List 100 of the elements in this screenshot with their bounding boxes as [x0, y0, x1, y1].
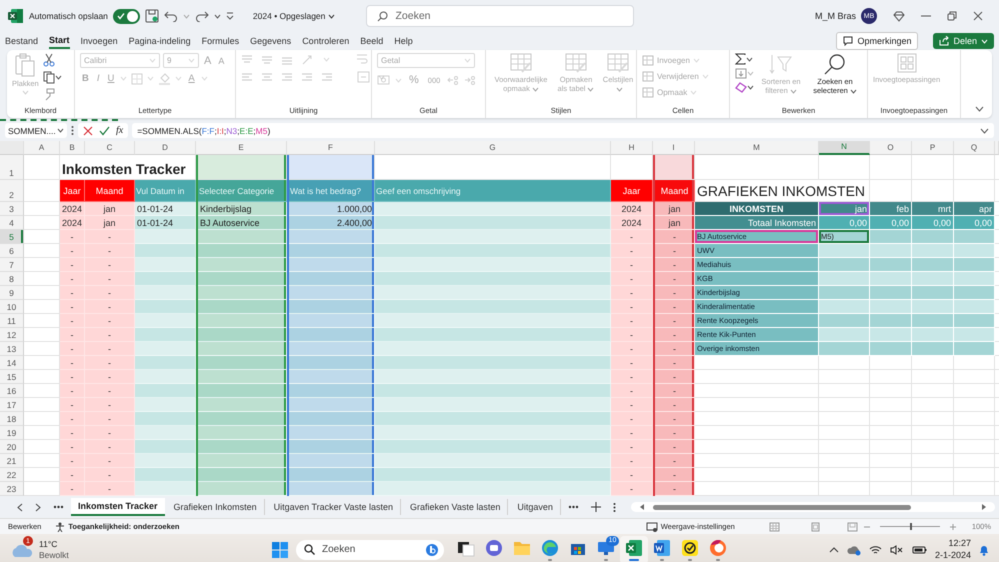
table-cell[interactable]: - — [85, 370, 135, 384]
table-cell[interactable]: - — [655, 398, 695, 412]
table-cell[interactable]: - — [655, 370, 695, 384]
table-cell[interactable]: jan — [85, 202, 135, 216]
table-cell[interactable]: - — [60, 258, 85, 272]
row-header[interactable]: 19 — [0, 426, 24, 440]
table-cell[interactable]: - — [655, 314, 695, 328]
table-cell[interactable]: Jaar — [60, 180, 85, 202]
row-header[interactable]: 1 — [0, 155, 24, 180]
table-cell[interactable]: Kinderbijslag — [198, 202, 287, 216]
table-cell[interactable]: feb — [870, 202, 912, 216]
row-header[interactable]: 23 — [0, 482, 24, 496]
table-cell[interactable]: - — [85, 300, 135, 314]
taskbar-search-field[interactable]: Zoeken — [296, 540, 444, 560]
table-cell[interactable]: - — [655, 244, 695, 258]
row-header[interactable]: 13 — [0, 342, 24, 356]
menu-tab[interactable]: Beeld — [360, 34, 384, 48]
table-cell[interactable]: - — [611, 342, 653, 356]
table-cell[interactable]: - — [655, 230, 695, 244]
table-cell[interactable]: - — [611, 300, 653, 314]
insert-function-button[interactable]: fx — [116, 125, 124, 136]
comments-button[interactable]: Opmerkingen — [836, 32, 918, 50]
table-cell[interactable]: BJ Autoservice — [198, 216, 287, 230]
menu-tab[interactable]: Formules — [202, 34, 240, 48]
table-cell[interactable]: - — [60, 328, 85, 342]
table-cell[interactable]: jan — [85, 216, 135, 230]
table-cell[interactable]: - — [85, 342, 135, 356]
table-cell[interactable]: apr — [954, 202, 995, 216]
table-cell[interactable]: - — [611, 258, 653, 272]
table-cell[interactable]: - — [655, 328, 695, 342]
table-cell[interactable]: - — [85, 230, 135, 244]
sheet-tab[interactable]: Uitgaven Tracker Vaste lasten — [266, 499, 401, 515]
table-cell[interactable]: - — [85, 398, 135, 412]
table-cell[interactable]: - — [60, 272, 85, 286]
table-cell[interactable]: - — [655, 440, 695, 454]
table-cell[interactable]: - — [611, 482, 653, 496]
row-header[interactable]: 20 — [0, 440, 24, 454]
table-cell[interactable]: 01-01-24 — [135, 202, 196, 216]
table-cell[interactable]: jan — [655, 216, 695, 230]
menu-tab[interactable]: Gegevens — [250, 34, 292, 48]
sheet-tab[interactable]: Inkomsten Tracker — [71, 498, 165, 516]
row-header[interactable]: 21 — [0, 454, 24, 468]
table-cell[interactable]: - — [85, 426, 135, 440]
table-cell[interactable]: - — [60, 398, 85, 412]
table-cell[interactable]: - — [85, 440, 135, 454]
table-cell[interactable]: - — [611, 412, 653, 426]
table-cell[interactable]: - — [60, 482, 85, 496]
table-cell[interactable]: - — [655, 412, 695, 426]
table-cell[interactable]: - — [655, 286, 695, 300]
table-cell[interactable]: - — [611, 272, 653, 286]
table-cell[interactable]: - — [60, 356, 85, 370]
table-cell[interactable]: - — [655, 342, 695, 356]
row-header[interactable]: 2 — [0, 180, 24, 202]
search-field[interactable]: Zoeken — [366, 5, 634, 27]
table-cell[interactable]: - — [85, 258, 135, 272]
table-cell[interactable]: - — [60, 314, 85, 328]
row-header[interactable]: 4 — [0, 216, 24, 230]
table-cell[interactable]: - — [60, 412, 85, 426]
table-cell[interactable]: jan — [819, 202, 870, 216]
table-cell[interactable]: - — [85, 286, 135, 300]
row-header[interactable]: 15 — [0, 370, 24, 384]
table-cell[interactable]: - — [85, 328, 135, 342]
table-cell[interactable]: - — [611, 286, 653, 300]
table-cell[interactable]: - — [655, 384, 695, 398]
table-cell[interactable]: - — [85, 482, 135, 496]
table-cell[interactable]: - — [611, 468, 653, 482]
table-cell[interactable]: 2.400,00 — [289, 216, 375, 230]
sheet-tab[interactable]: Grafieken Inkomsten — [166, 499, 265, 515]
table-cell[interactable]: Maand — [85, 180, 135, 202]
table-cell[interactable]: - — [611, 370, 653, 384]
table-cell[interactable]: - — [85, 356, 135, 370]
table-cell[interactable]: 1.000,00 — [289, 202, 375, 216]
row-header[interactable]: 7 — [0, 258, 24, 272]
clock-date[interactable]: 2-1-2024 — [934, 550, 971, 562]
table-cell[interactable]: Totaal Inkomsten — [695, 216, 819, 230]
table-cell[interactable]: - — [655, 454, 695, 468]
table-cell[interactable]: - — [655, 482, 695, 496]
column-header[interactable]: N — [819, 141, 870, 155]
table-cell[interactable]: INKOMSTEN — [695, 202, 819, 216]
table-cell[interactable]: 2024 — [611, 202, 653, 216]
table-cell[interactable]: - — [611, 384, 653, 398]
table-cell[interactable]: - — [60, 468, 85, 482]
menu-tab[interactable]: Help — [394, 34, 413, 48]
table-cell[interactable]: - — [611, 328, 653, 342]
table-cell[interactable]: - — [611, 454, 653, 468]
table-cell[interactable]: 2024 — [611, 216, 653, 230]
table-cell[interactable]: - — [655, 356, 695, 370]
table-cell[interactable]: - — [60, 286, 85, 300]
row-header[interactable]: 18 — [0, 412, 24, 426]
row-header[interactable]: 16 — [0, 384, 24, 398]
row-header[interactable]: 9 — [0, 286, 24, 300]
table-cell[interactable]: jan — [655, 202, 695, 216]
row-header[interactable]: 17 — [0, 398, 24, 412]
row-header[interactable]: 3 — [0, 202, 24, 216]
table-cell[interactable]: - — [655, 426, 695, 440]
row-header[interactable]: 11 — [0, 314, 24, 328]
row-header[interactable]: 22 — [0, 468, 24, 482]
table-cell[interactable]: - — [60, 440, 85, 454]
table-cell[interactable]: - — [60, 244, 85, 258]
table-cell[interactable]: - — [85, 384, 135, 398]
